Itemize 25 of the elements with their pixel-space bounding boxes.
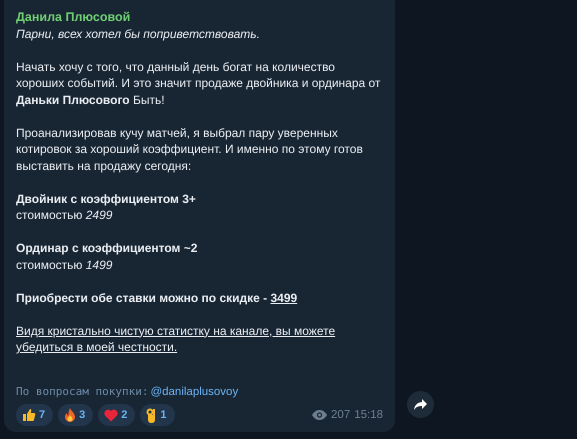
heart-icon bbox=[104, 408, 118, 422]
message-time: 15:18 bbox=[354, 409, 383, 421]
message-text: Видя кристально чистую статистку на канале, вы можете убедиться в моей честности. bbox=[16, 322, 336, 356]
message-text: Проанализировав кучу матчей, я выбрал пару уверенных котировок за хороший коэффициент. И именно по этому готов выставить на продажу сегодня: bbox=[16, 124, 364, 174]
message-text: Парни, всех хотел бы поприветствовать. bbox=[16, 26, 261, 42]
reaction-button[interactable]: 1 bbox=[140, 404, 174, 426]
contact-label: По вопросам покупки: bbox=[16, 384, 148, 400]
author-name: Данила Плюсовой bbox=[16, 9, 132, 26]
reaction-button[interactable]: 3 bbox=[58, 404, 94, 426]
username-link[interactable]: @danilaplusovoy bbox=[150, 384, 238, 400]
thumbs-up-icon bbox=[22, 408, 36, 422]
forward-icon bbox=[414, 399, 427, 410]
message-text: Ординар с коэффициентом ~2 bbox=[16, 240, 198, 256]
eye-icon bbox=[312, 410, 328, 420]
forward-button[interactable] bbox=[407, 391, 434, 418]
message-text: стоимостью 1499 bbox=[16, 256, 114, 273]
message-text: Приобрести обе ставки можно по скидке - bbox=[16, 290, 268, 304]
flame-icon bbox=[64, 408, 76, 422]
message-text: стоимостью 2499 bbox=[16, 207, 114, 224]
message-text: Начать хочу с того, что данный день богат на количество хороших событий. И это значит продаже двойника и ординара от Даньки Плюсового Быть! bbox=[16, 58, 382, 108]
price-link[interactable]: 3499 bbox=[270, 290, 298, 304]
reaction-button[interactable]: 7 bbox=[16, 404, 54, 426]
view-count: 207 bbox=[331, 409, 350, 421]
message-text: Двойник с коэффициентом 3+ bbox=[16, 190, 197, 207]
reaction-button[interactable]: 2 bbox=[98, 404, 136, 426]
